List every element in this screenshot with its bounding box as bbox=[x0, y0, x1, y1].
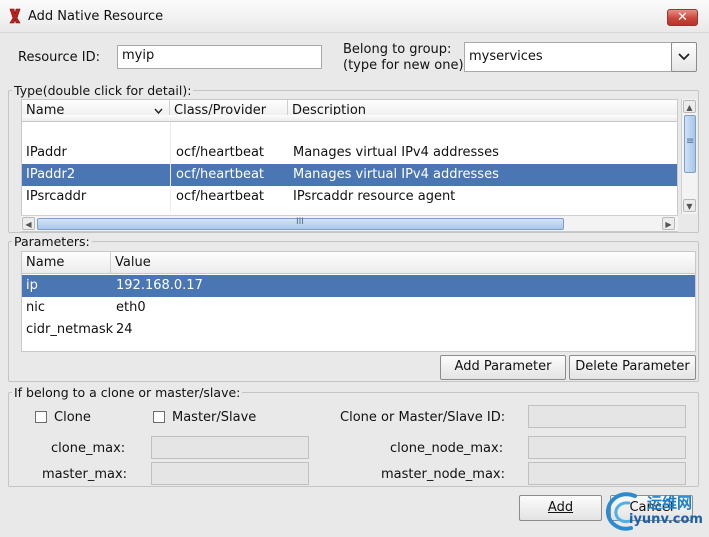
master-slave-checkbox-label: Master/Slave bbox=[172, 410, 257, 425]
clone-node-max-label: clone_node_max: bbox=[390, 441, 504, 456]
group-combo-input[interactable]: myservices bbox=[464, 42, 672, 72]
window-title: Add Native Resource bbox=[28, 9, 164, 24]
parameters-group-title: Parameters: bbox=[12, 234, 92, 249]
type-description-cell: IPsrcaddr resource agent bbox=[293, 189, 456, 204]
type-description-cell: Manages virtual IPv4 addresses bbox=[293, 145, 499, 160]
chevron-down-icon bbox=[678, 53, 690, 61]
app-icon bbox=[9, 8, 21, 24]
clone-id-label: Clone or Master/Slave ID: bbox=[340, 410, 506, 425]
type-name-cell: IPaddr2 bbox=[26, 167, 76, 182]
clone-node-max-input bbox=[528, 436, 686, 459]
master-node-max-label: master_node_max: bbox=[381, 467, 505, 482]
type-provider-cell: ocf/heartbeat bbox=[176, 189, 265, 204]
group-dropdown-button[interactable] bbox=[671, 42, 697, 72]
scroll-left-icon[interactable]: ◀ bbox=[22, 217, 35, 230]
clone-id-input bbox=[528, 405, 686, 428]
clone-checkbox[interactable] bbox=[35, 411, 47, 423]
type-group-title: Type(double click for detail): bbox=[12, 83, 194, 98]
param-value-cell: 192.168.0.17 bbox=[116, 278, 203, 293]
param-row[interactable]: nic eth0 bbox=[22, 297, 695, 319]
vscroll-grip: ≡ bbox=[686, 136, 695, 147]
vscroll-thumb[interactable]: ≡ bbox=[684, 115, 696, 173]
table-row[interactable]: IPsrcaddr ocf/heartbeat IPsrcaddr resour… bbox=[22, 186, 677, 208]
type-table-vscrollbar[interactable]: ▲ ≡ ▼ bbox=[681, 99, 697, 214]
master-max-label: master_max: bbox=[42, 467, 128, 482]
param-row[interactable]: cidr_netmask 24 bbox=[22, 319, 695, 341]
param-name-cell: nic bbox=[26, 300, 45, 315]
watermark-logo: 运维网 iyunv.com bbox=[603, 488, 707, 534]
resource-id-label: Resource ID: bbox=[18, 50, 100, 65]
type-provider-cell: ocf/heartbeat bbox=[176, 167, 265, 182]
sort-chevron-icon bbox=[154, 108, 163, 114]
delete-parameter-button[interactable]: Delete Parameter bbox=[569, 355, 696, 380]
table-row[interactable]: IPaddr ocf/heartbeat Manages virtual IPv… bbox=[22, 142, 677, 164]
group-label-line2: (type for new one) bbox=[343, 58, 464, 73]
master-node-max-input bbox=[528, 462, 686, 485]
group-label-line1: Belong to group: bbox=[343, 42, 452, 57]
clone-max-input bbox=[151, 436, 309, 459]
type-provider-cell: ocf/heartbeat bbox=[176, 145, 265, 160]
watermark-title: 运维网 bbox=[647, 494, 693, 512]
type-description-cell: Manages virtual IPv4 addresses bbox=[293, 167, 499, 182]
param-value-cell: eth0 bbox=[116, 300, 146, 315]
scroll-right-icon[interactable]: ▶ bbox=[662, 217, 675, 230]
hscroll-thumb[interactable]: III bbox=[37, 217, 564, 230]
scroll-down-icon[interactable]: ▼ bbox=[683, 199, 696, 212]
master-slave-checkbox[interactable] bbox=[153, 411, 165, 423]
param-name-cell: cidr_netmask bbox=[26, 322, 114, 337]
type-table[interactable]: Name Class/Provider Description iptables… bbox=[21, 99, 678, 232]
watermark-url: iyunv.com bbox=[629, 512, 703, 527]
param-row-selected[interactable]: ip 192.168.0.17 bbox=[22, 275, 695, 297]
type-name-cell: IPsrcaddr bbox=[26, 189, 87, 204]
clone-group-title: If belong to a clone or master/slave: bbox=[12, 385, 243, 400]
close-icon[interactable]: ✕ bbox=[667, 9, 698, 26]
parameters-table-header: Name Value bbox=[22, 252, 695, 274]
column-header-param-name[interactable]: Name bbox=[22, 252, 111, 274]
table-row-selected[interactable]: IPaddr2 ocf/heartbeat Manages virtual IP… bbox=[22, 164, 677, 186]
clone-max-label: clone_max: bbox=[51, 441, 126, 456]
type-table-hscrollbar[interactable]: ◀ III ▶ bbox=[21, 215, 678, 231]
param-value-cell: 24 bbox=[116, 322, 133, 337]
resource-id-input[interactable]: myip bbox=[117, 45, 322, 69]
add-button[interactable]: Add bbox=[519, 495, 602, 521]
param-name-cell: ip bbox=[26, 278, 38, 293]
watermark-swirl-icon bbox=[606, 492, 637, 531]
add-parameter-button[interactable]: Add Parameter bbox=[440, 355, 566, 380]
type-name-cell: IPaddr bbox=[26, 145, 67, 160]
scroll-up-icon[interactable]: ▲ bbox=[683, 100, 696, 113]
column-header-param-value[interactable]: Value bbox=[111, 252, 695, 274]
master-max-input bbox=[151, 462, 309, 485]
parameters-table[interactable]: Name Value ip 192.168.0.17 nic eth0 cidr… bbox=[21, 251, 696, 352]
hscroll-grip: III bbox=[296, 217, 304, 227]
clone-checkbox-label: Clone bbox=[54, 410, 91, 425]
